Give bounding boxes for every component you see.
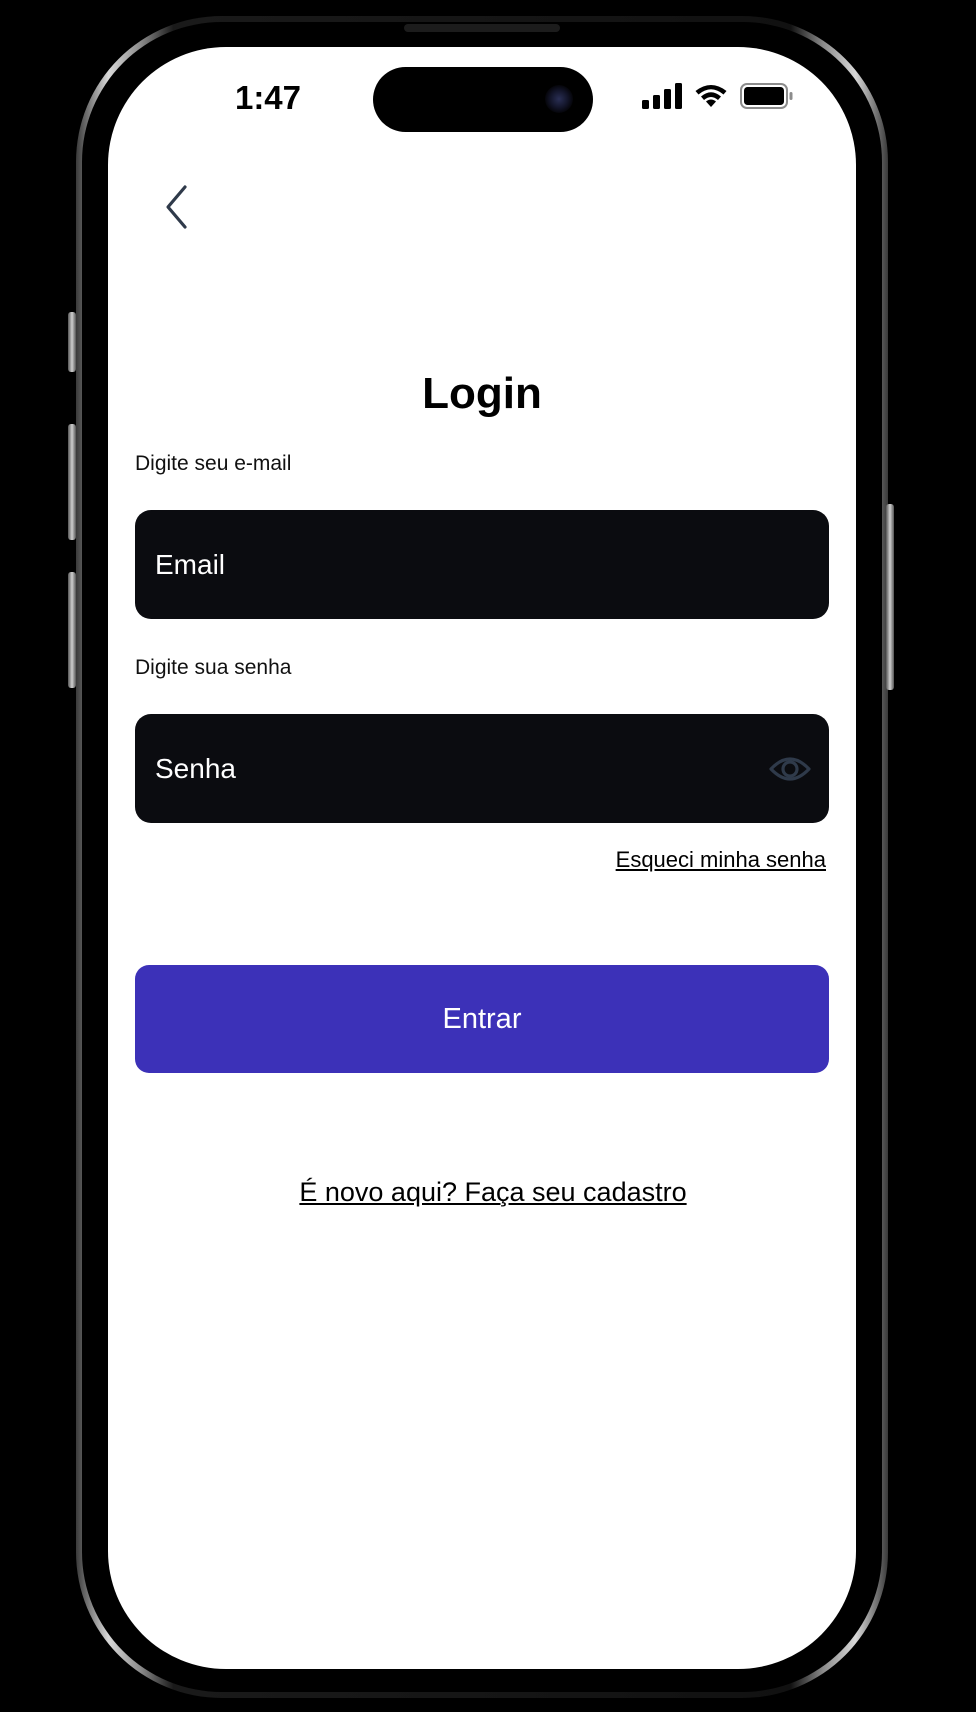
volume-down-button <box>68 572 76 688</box>
status-icons <box>642 82 794 114</box>
wifi-icon <box>694 83 728 114</box>
signup-prompt: É novo aqui? Faça seu cadastro <box>108 1177 856 1208</box>
front-camera-icon <box>545 85 573 113</box>
earpiece-speaker <box>404 24 560 32</box>
signal-icon <box>642 82 682 114</box>
status-time: 1:47 <box>234 79 302 116</box>
password-field[interactable] <box>153 713 769 824</box>
battery-icon <box>740 82 794 114</box>
back-button[interactable] <box>152 179 202 239</box>
email-field[interactable] <box>153 509 811 620</box>
forgot-password-link[interactable]: Esqueci minha senha <box>616 847 826 873</box>
dynamic-island <box>373 67 593 132</box>
password-field-container[interactable] <box>135 713 829 824</box>
page: 1:47 Login Digite seu e-mail Email Digit… <box>0 0 976 1712</box>
volume-up-button <box>68 424 76 540</box>
password-label: Digite sua senha <box>135 656 292 679</box>
eye-icon[interactable] <box>769 748 811 790</box>
signup-link[interactable]: É novo aqui? Faça seu cadastro <box>299 1177 686 1207</box>
email-field-container[interactable] <box>135 509 829 620</box>
email-label: Digite seu e-mail <box>135 452 292 475</box>
login-button[interactable]: Entrar <box>135 965 829 1073</box>
page-title: Login <box>422 369 542 418</box>
phone-screen: 1:47 Login Digite seu e-mail Email Digit… <box>108 47 856 1669</box>
chevron-left-icon <box>163 183 191 236</box>
power-button <box>886 504 894 690</box>
action-button <box>68 312 76 372</box>
